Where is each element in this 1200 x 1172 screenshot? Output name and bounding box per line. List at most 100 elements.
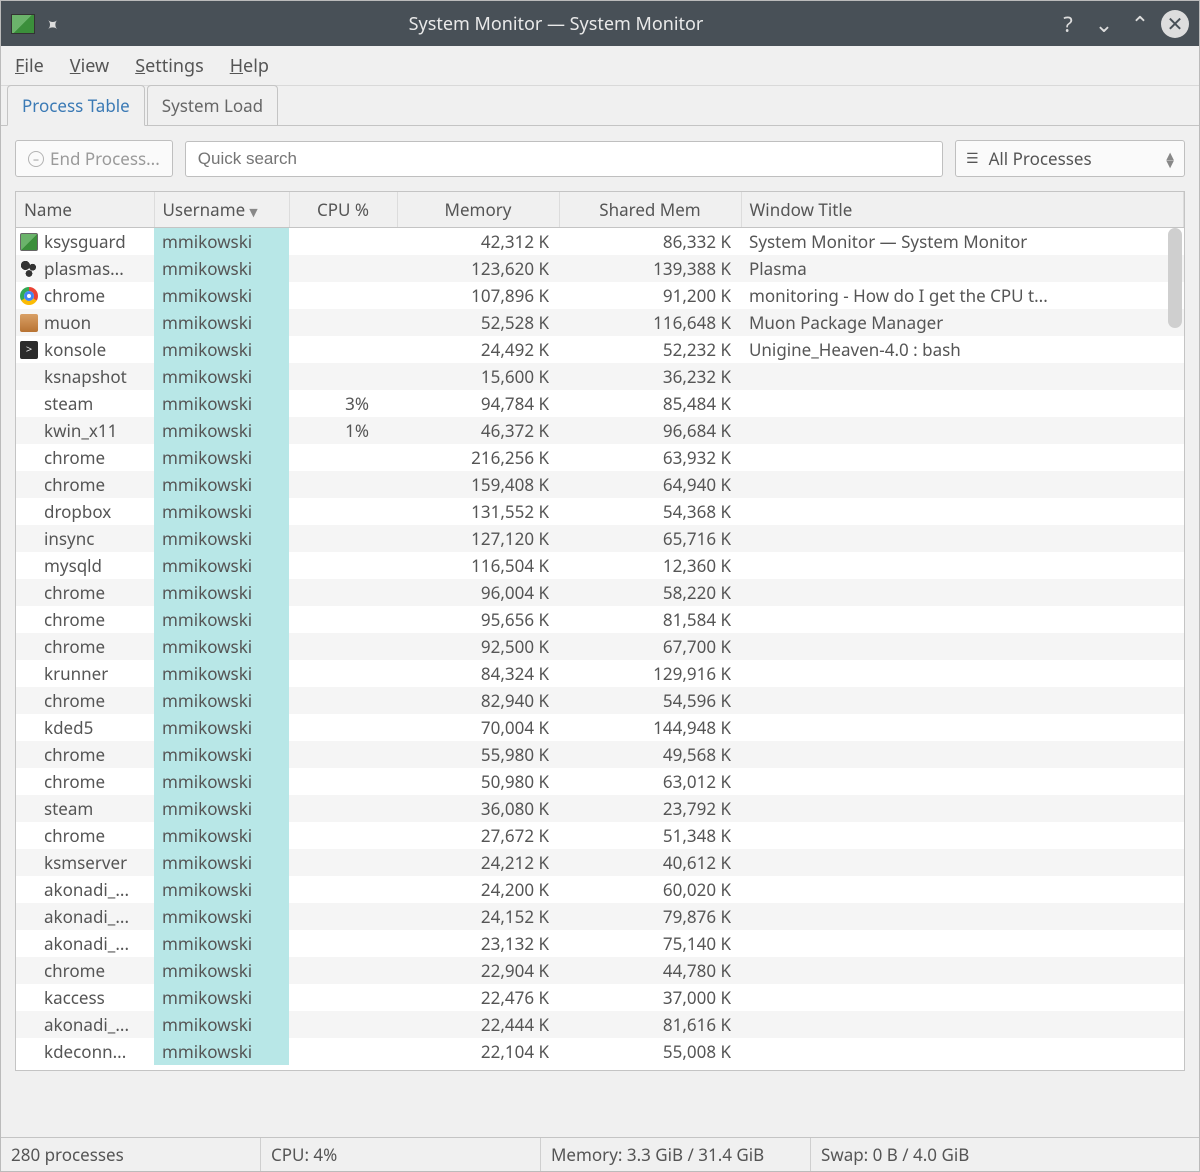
cell-memory: 96,004 K bbox=[397, 579, 559, 606]
cell-window-title: monitoring - How do I get the CPU t... bbox=[741, 282, 1184, 309]
cell-memory: 24,152 K bbox=[397, 903, 559, 930]
table-row[interactable]: kwin_x11mmikowski1%46,372 K96,684 K bbox=[16, 417, 1184, 444]
process-icon bbox=[20, 935, 38, 953]
cell-window-title bbox=[741, 849, 1184, 876]
process-filter-dropdown[interactable]: ☰ All Processes ▲▼ bbox=[955, 140, 1185, 177]
search-input[interactable] bbox=[185, 141, 943, 177]
table-row[interactable]: konsolemmikowski24,492 K52,232 KUnigine_… bbox=[16, 336, 1184, 363]
cell-window-title bbox=[741, 903, 1184, 930]
cell-username: mmikowski bbox=[154, 903, 289, 930]
table-row[interactable]: steammmikowski3%94,784 K85,484 K bbox=[16, 390, 1184, 417]
table-row[interactable]: mysqldmmikowski116,504 K12,360 K bbox=[16, 552, 1184, 579]
cell-cpu bbox=[289, 741, 397, 768]
cell-shared: 52,232 K bbox=[559, 336, 741, 363]
table-row[interactable]: kded5mmikowski70,004 K144,948 K bbox=[16, 714, 1184, 741]
cell-window-title bbox=[741, 363, 1184, 390]
cell-cpu bbox=[289, 336, 397, 363]
tab-system-load[interactable]: System Load bbox=[147, 85, 278, 125]
table-row[interactable]: chromemmikowski107,896 K91,200 Kmonitori… bbox=[16, 282, 1184, 309]
cell-cpu bbox=[289, 633, 397, 660]
table-row[interactable]: chromemmikowski55,980 K49,568 K bbox=[16, 741, 1184, 768]
help-button-icon[interactable]: ? bbox=[1053, 9, 1083, 39]
process-icon bbox=[20, 665, 38, 683]
table-row[interactable]: dropboxmmikowski131,552 K54,368 K bbox=[16, 498, 1184, 525]
end-process-button[interactable]: – End Process... bbox=[15, 140, 173, 177]
table-row[interactable]: krunnermmikowski84,324 K129,916 K bbox=[16, 660, 1184, 687]
menu-help[interactable]: Help bbox=[230, 54, 269, 78]
cell-window-title bbox=[741, 1038, 1184, 1065]
process-icon bbox=[20, 908, 38, 926]
table-row[interactable]: chromemmikowski95,656 K81,584 K bbox=[16, 606, 1184, 633]
process-name: ksnapshot bbox=[44, 365, 127, 388]
process-icon bbox=[20, 449, 38, 467]
process-icon bbox=[20, 476, 38, 494]
cell-username: mmikowski bbox=[154, 363, 289, 390]
cell-username: mmikowski bbox=[154, 687, 289, 714]
table-row[interactable]: kdeconn...mmikowski22,104 K55,008 K bbox=[16, 1038, 1184, 1065]
table-row[interactable]: akonadi_...mmikowski23,132 K75,140 K bbox=[16, 930, 1184, 957]
cell-cpu bbox=[289, 579, 397, 606]
cell-username: mmikowski bbox=[154, 795, 289, 822]
cell-shared: 67,700 K bbox=[559, 633, 741, 660]
maximize-icon[interactable]: ⌃ bbox=[1125, 9, 1155, 39]
cell-shared: 63,012 K bbox=[559, 768, 741, 795]
table-row[interactable]: chromemmikowski216,256 K63,932 K bbox=[16, 444, 1184, 471]
cell-name: mysqld bbox=[16, 552, 154, 579]
cell-cpu bbox=[289, 1011, 397, 1038]
cell-window-title bbox=[741, 579, 1184, 606]
col-memory[interactable]: Memory bbox=[397, 192, 559, 228]
cell-memory: 42,312 K bbox=[397, 228, 559, 256]
cell-memory: 55,980 K bbox=[397, 741, 559, 768]
table-row[interactable]: akonadi_...mmikowski22,444 K81,616 K bbox=[16, 1011, 1184, 1038]
process-icon bbox=[20, 557, 38, 575]
menu-file[interactable]: File bbox=[15, 54, 44, 78]
table-row[interactable]: plasmas...mmikowski123,620 K139,388 KPla… bbox=[16, 255, 1184, 282]
cell-name: chrome bbox=[16, 741, 154, 768]
table-row[interactable]: muonmmikowski52,528 K116,648 KMuon Packa… bbox=[16, 309, 1184, 336]
col-shared-mem[interactable]: Shared Mem bbox=[559, 192, 741, 228]
table-row[interactable]: ksysguardmmikowski42,312 K86,332 KSystem… bbox=[16, 228, 1184, 256]
cell-window-title bbox=[741, 606, 1184, 633]
cell-memory: 84,324 K bbox=[397, 660, 559, 687]
col-cpu[interactable]: CPU % bbox=[289, 192, 397, 228]
tab-process-table[interactable]: Process Table bbox=[7, 85, 145, 126]
table-row[interactable]: akonadi_...mmikowski24,152 K79,876 K bbox=[16, 903, 1184, 930]
cell-username: mmikowski bbox=[154, 1011, 289, 1038]
table-row[interactable]: chromemmikowski82,940 K54,596 K bbox=[16, 687, 1184, 714]
process-table-container: Name Username▼ CPU % Memory Shared Mem W… bbox=[15, 191, 1185, 1071]
cell-window-title bbox=[741, 768, 1184, 795]
menu-settings[interactable]: Settings bbox=[135, 54, 204, 78]
table-row[interactable]: chromemmikowski27,672 K51,348 K bbox=[16, 822, 1184, 849]
table-row[interactable]: chromemmikowski159,408 K64,940 K bbox=[16, 471, 1184, 498]
table-row[interactable]: steammmikowski36,080 K23,792 K bbox=[16, 795, 1184, 822]
cell-cpu: 1% bbox=[289, 417, 397, 444]
table-row[interactable]: kaccessmmikowski22,476 K37,000 K bbox=[16, 984, 1184, 1011]
table-row[interactable]: insyncmmikowski127,120 K65,716 K bbox=[16, 525, 1184, 552]
close-icon[interactable]: ✕ bbox=[1161, 10, 1189, 38]
table-row[interactable]: chromemmikowski92,500 K67,700 K bbox=[16, 633, 1184, 660]
table-row[interactable]: chromemmikowski96,004 K58,220 K bbox=[16, 579, 1184, 606]
cell-memory: 46,372 K bbox=[397, 417, 559, 444]
table-row[interactable]: ksnapshotmmikowski15,600 K36,232 K bbox=[16, 363, 1184, 390]
cell-memory: 216,256 K bbox=[397, 444, 559, 471]
menu-view[interactable]: View bbox=[70, 54, 109, 78]
cell-memory: 123,620 K bbox=[397, 255, 559, 282]
col-window-title[interactable]: Window Title bbox=[741, 192, 1184, 228]
cell-cpu bbox=[289, 876, 397, 903]
col-name[interactable]: Name bbox=[16, 192, 154, 228]
table-row[interactable]: ksmservermmikowski24,212 K40,612 K bbox=[16, 849, 1184, 876]
table-row[interactable]: akonadi_...mmikowski24,200 K60,020 K bbox=[16, 876, 1184, 903]
cell-shared: 54,368 K bbox=[559, 498, 741, 525]
tabbar: Process Table System Load bbox=[1, 86, 1199, 126]
cell-shared: 49,568 K bbox=[559, 741, 741, 768]
table-row[interactable]: chromemmikowski50,980 K63,012 K bbox=[16, 768, 1184, 795]
table-row[interactable]: chromemmikowski22,904 K44,780 K bbox=[16, 957, 1184, 984]
minimize-icon[interactable]: ⌄ bbox=[1089, 9, 1119, 39]
process-table[interactable]: Name Username▼ CPU % Memory Shared Mem W… bbox=[16, 192, 1184, 1065]
cell-cpu bbox=[289, 984, 397, 1011]
process-icon bbox=[20, 692, 38, 710]
col-username[interactable]: Username▼ bbox=[154, 192, 289, 228]
cell-username: mmikowski bbox=[154, 930, 289, 957]
vertical-scrollbar[interactable] bbox=[1168, 228, 1182, 328]
process-name: dropbox bbox=[44, 500, 111, 523]
